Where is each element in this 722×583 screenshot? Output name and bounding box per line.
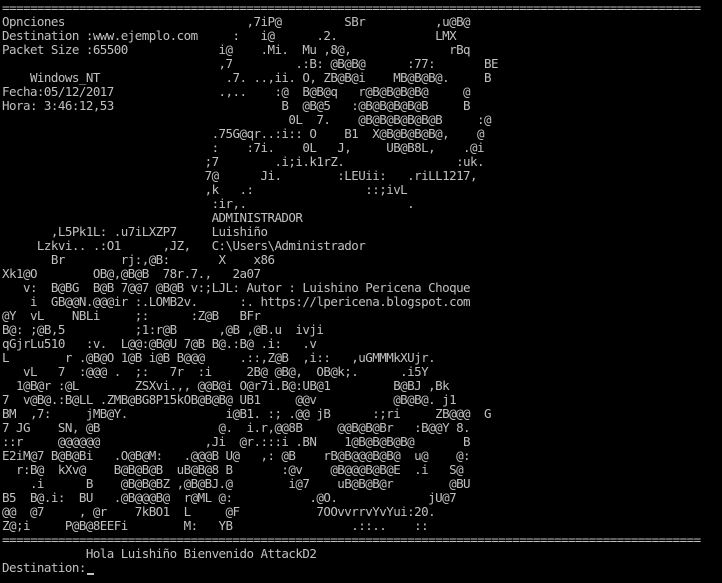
console-window: ========================================… — [0, 0, 722, 583]
console-line: i GB@@N.@@@ir :.LOMB2v. :. https://lperi… — [2, 294, 471, 309]
text-cursor — [86, 573, 94, 575]
console-line: B@: ;@B,5 ;1:r@B ,@B ,@B.u ivji — [2, 322, 324, 337]
console-line: B5 B@.i: BU .@B@@@B@ r@ML @: .@O. jU@7 — [2, 490, 457, 505]
console-line: L r .@B@O 1@B i@B B@@@ .::,Z@B ,i:: ,uGM… — [2, 350, 436, 365]
console-line: Hora: 3:46:12,53 B @B@5 :@B@B@B@B@B B — [2, 98, 471, 113]
console-line: 7@ Ji. :LEUii: .riLL1217, — [2, 168, 478, 183]
console-output: ========================================… — [2, 1, 701, 575]
console-line: .i B @B@B@BZ ,@B@BJ.@ i@7 uB@B@B@r @BU — [2, 476, 471, 491]
console-line: Packet Size :65500 i@ .Mi. Mu ,8@, rBq — [2, 42, 471, 57]
console-line: ,L5Pk1L: .u7iLXZP7 Luishiño — [2, 224, 268, 239]
console-line: ========================================… — [2, 532, 701, 547]
console-line: ADMINISTRADOR — [2, 210, 303, 225]
console-line: Br rj:,@B: X x86 — [2, 252, 275, 267]
console-line: qGjrLu510 :v. L@@:@B@U 7@B B@.:B@ .i: .v — [2, 336, 317, 351]
console-line: E2iM@7 B@B@Bi .O@B@M: .@@@B U@ ,: @B rB@… — [2, 448, 471, 463]
console-line: @@ @7 , @r 7kBO1 L @F 7OOvvrrvYvYui:20. — [2, 504, 436, 519]
console-line: Lzkvi.. .:O1 ,JZ, C:\Users\Administrador — [2, 238, 366, 253]
destination-prompt: Destination: — [2, 560, 86, 575]
console-line: Fecha:05/12/2017 .,.. :@ B@B@q r@B@B@B@B… — [2, 84, 471, 99]
console-line: @Y vL NBLi ;: :Z@B BFr — [2, 308, 261, 323]
console-line: vL 7 :@@@ . ;: 7r :i 2B@ @B@, OB@k;. .i5… — [2, 364, 429, 379]
console-line: 0L 7. @B@B@B@B@B@B :@ — [2, 112, 491, 127]
console-line: Windows_NT .7. ..,ii. O, ZB@B@i MB@B@B@.… — [2, 70, 492, 85]
console-line: 1@B@r :@L ZSXvi.,, @@B@i O@r7i.B@:UB@1 B… — [2, 378, 450, 393]
console-line: .75G@qr..:i:: O B1 X@B@B@B@B@, @ — [2, 126, 485, 141]
console-line: Z@;i P@B@8EEFi M: YB .::.. :: — [2, 518, 429, 533]
console-line: Hola Luishiño Bienvenido AttackD2 — [2, 546, 317, 561]
console-line: ,k .: ::;ivL — [2, 182, 408, 197]
console-line: ;7 .i;i.k1rZ. :uk. — [2, 154, 485, 169]
console-line: ========================================… — [2, 0, 701, 15]
console-line: Xk1@O OB@,@B@B 78r.7., 2a07 — [2, 266, 261, 281]
console-line: : :7i. 0L J, UB@B8L, .@i — [2, 140, 485, 155]
console-line: r:B@ kXv@ B@B@B@B uB@B@8 B :@v @B@@@B@B@… — [2, 462, 464, 477]
console-line: v: B@BG B@B 7@@7 @B@B v:;LJL: Autor : Lu… — [2, 280, 471, 295]
console-line: Opnciones ,7iP@ SBr ,u@B@ — [2, 14, 471, 29]
console-line: 7 JG SN, @B @. i.r,@@8B @@B@B@Br :B@@Y 8… — [2, 420, 471, 435]
console-line: :ir,. . — [2, 196, 415, 211]
console-line: 7 v@B@.:B@LL .ZMB@BG8P15kOB@B@B@ UB1 @@v… — [2, 392, 457, 407]
console-line: ::r @@@@@@ ,Ji @r.:::i .BN 1@B@B@B@B@ B — [2, 434, 471, 449]
console-line: Destination :www.ejemplo.com : i@ .2. LM… — [2, 28, 457, 43]
console-line: ,7 .:B: @B@B@ :77: BE — [2, 56, 499, 71]
prompt-line[interactable]: Destination: — [2, 561, 701, 575]
console-line: BM ,7: jMB@Y. i@B1. :; .@@ jB :;ri ZB@@@… — [2, 406, 492, 421]
